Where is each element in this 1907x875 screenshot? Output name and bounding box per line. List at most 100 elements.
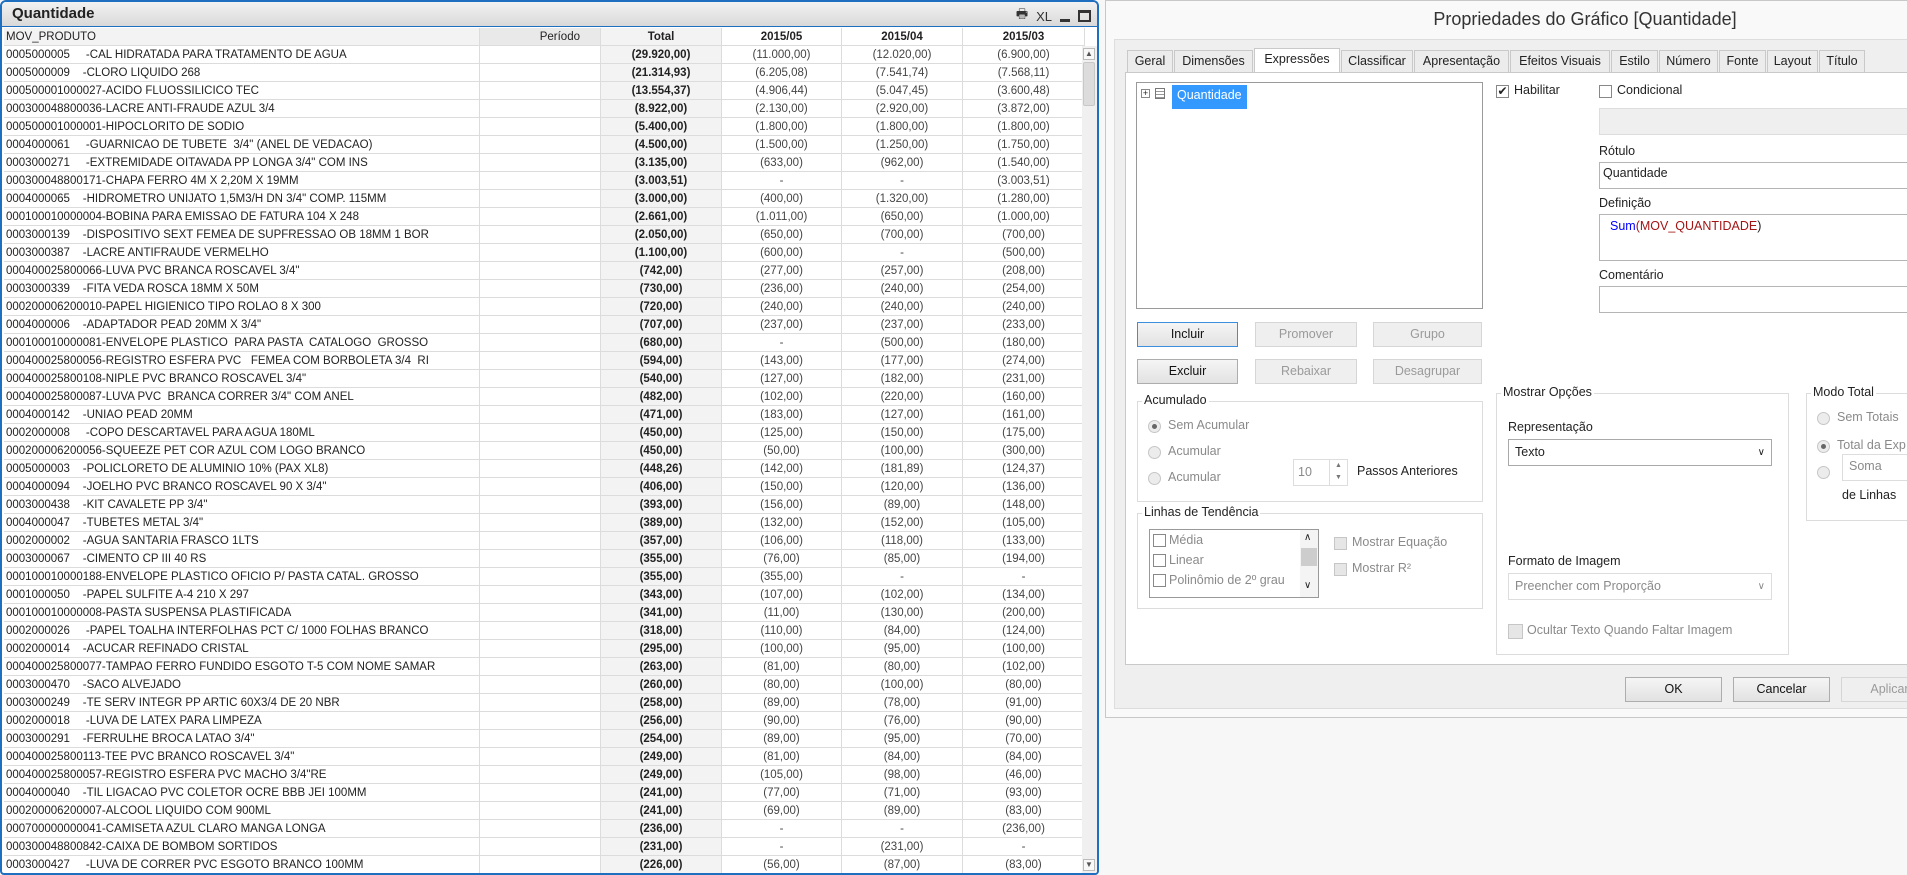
- value-2015-03-cell[interactable]: (1.540,00): [963, 154, 1085, 172]
- periodo-cell[interactable]: [480, 406, 601, 424]
- periodo-cell[interactable]: [480, 460, 601, 478]
- periodo-cell[interactable]: [480, 82, 601, 100]
- product-cell[interactable]: 0003000387 -LACRE ANTIFRAUDE VERMELHO: [4, 244, 480, 262]
- value-2015-05-cell[interactable]: (4.906,44): [722, 82, 842, 100]
- periodo-cell[interactable]: [480, 370, 601, 388]
- product-cell[interactable]: 0003000249 -TE SERV INTEGR PP ARTIC 60X3…: [4, 694, 480, 712]
- value-2015-05-cell[interactable]: (81,00): [722, 658, 842, 676]
- tab-classificar[interactable]: Classificar: [1341, 50, 1413, 72]
- sem-totais-radio[interactable]: [1817, 412, 1830, 425]
- product-cell[interactable]: 0002000008 -COPO DESCARTAVEL PARA AGUA 1…: [4, 424, 480, 442]
- total-cell[interactable]: (254,00): [601, 730, 722, 748]
- product-cell[interactable]: 000100010000081-ENVELOPE PLASTICO PARA P…: [4, 334, 480, 352]
- value-2015-03-cell[interactable]: (93,00): [963, 784, 1085, 802]
- value-2015-05-cell[interactable]: (142,00): [722, 460, 842, 478]
- total-cell[interactable]: (8.922,00): [601, 100, 722, 118]
- product-cell[interactable]: 0004000006 -ADAPTADOR PEAD 20MM X 3/4": [4, 316, 480, 334]
- total-cell[interactable]: (318,00): [601, 622, 722, 640]
- product-cell[interactable]: 0004000040 -TIL LIGACAO PVC COLETOR OCRE…: [4, 784, 480, 802]
- table-row[interactable]: 0004000061 -GUARNICAO DE TUBETE 3/4" (AN…: [2, 136, 1085, 154]
- table-row[interactable]: 000200006200007-ALCOOL LIQUIDO COM 900ML…: [2, 802, 1085, 820]
- passos-spinner[interactable]: 10 ▲ ▼: [1293, 459, 1348, 486]
- total-cell[interactable]: (3.135,00): [601, 154, 722, 172]
- table-row[interactable]: 0003000067 -CIMENTO CP III 40 RS (355,00)…: [2, 550, 1085, 568]
- value-2015-03-cell[interactable]: (7.568,11): [963, 64, 1085, 82]
- total-cell[interactable]: (2.661,00): [601, 208, 722, 226]
- value-2015-04-cell[interactable]: (150,00): [842, 424, 963, 442]
- periodo-cell[interactable]: [480, 208, 601, 226]
- value-2015-03-cell[interactable]: (124,37): [963, 460, 1085, 478]
- product-cell[interactable]: 000300048800171-CHAPA FERRO 4M X 2,20M X…: [4, 172, 480, 190]
- value-2015-05-cell[interactable]: (107,00): [722, 586, 842, 604]
- total-cell[interactable]: (389,00): [601, 514, 722, 532]
- product-cell[interactable]: 000100010000188-ENVELOPE PLASTICO OFICIO…: [4, 568, 480, 586]
- value-2015-04-cell[interactable]: (127,00): [842, 406, 963, 424]
- value-2015-04-cell[interactable]: (5.047,45): [842, 82, 963, 100]
- rebaixar-button[interactable]: Rebaixar: [1255, 359, 1357, 384]
- table-row[interactable]: 0002000008 -COPO DESCARTAVEL PARA AGUA 1…: [2, 424, 1085, 442]
- definicao-input[interactable]: Sum(MOV_QUANTIDADE): [1599, 214, 1907, 261]
- product-cell[interactable]: 000400025800108-NIPLE PVC BRANCO ROSCAVE…: [4, 370, 480, 388]
- value-2015-05-cell[interactable]: (110,00): [722, 622, 842, 640]
- trend-item-media[interactable]: Média: [1153, 533, 1203, 548]
- value-2015-04-cell[interactable]: (182,00): [842, 370, 963, 388]
- periodo-cell[interactable]: [480, 550, 601, 568]
- table-row[interactable]: 000400025800057-REGISTRO ESFERA PVC MACH…: [2, 766, 1085, 784]
- value-2015-04-cell[interactable]: (231,00): [842, 838, 963, 856]
- product-cell[interactable]: 000100010000004-BOBINA PARA EMISSAO DE F…: [4, 208, 480, 226]
- periodo-cell[interactable]: [480, 586, 601, 604]
- value-2015-04-cell[interactable]: (120,00): [842, 478, 963, 496]
- trend-item-linear[interactable]: Linear: [1153, 553, 1204, 568]
- value-2015-04-cell[interactable]: (95,00): [842, 730, 963, 748]
- table-row[interactable]: 0002000014 -ACUCAR REFINADO CRISTAL (295,…: [2, 640, 1085, 658]
- value-2015-04-cell[interactable]: (87,00): [842, 856, 963, 873]
- periodo-cell[interactable]: [480, 856, 601, 873]
- total-cell[interactable]: (249,00): [601, 748, 722, 766]
- periodo-cell[interactable]: [480, 316, 601, 334]
- representacao-select[interactable]: Texto ∨: [1508, 439, 1772, 466]
- periodo-cell[interactable]: [480, 694, 601, 712]
- incluir-button[interactable]: Incluir: [1137, 322, 1238, 347]
- value-2015-03-cell[interactable]: (105,00): [963, 514, 1085, 532]
- value-2015-04-cell[interactable]: (84,00): [842, 748, 963, 766]
- value-2015-03-cell[interactable]: (160,00): [963, 388, 1085, 406]
- trendline-scrollbar[interactable]: ∧ ∨: [1300, 530, 1318, 597]
- table-row[interactable]: 0001000050 -PAPEL SULFITE A-4 210 X 297 (…: [2, 586, 1085, 604]
- value-2015-05-cell[interactable]: (277,00): [722, 262, 842, 280]
- total-cell[interactable]: (236,00): [601, 820, 722, 838]
- ocultar-texto-checkbox[interactable]: [1508, 624, 1523, 639]
- periodo-cell[interactable]: [480, 514, 601, 532]
- value-2015-03-cell[interactable]: (84,00): [963, 748, 1085, 766]
- value-2015-03-cell[interactable]: (194,00): [963, 550, 1085, 568]
- column-header-mov-produto[interactable]: MOV_PRODUTO: [4, 28, 480, 46]
- maximize-icon[interactable]: [1078, 10, 1091, 22]
- scroll-up-icon[interactable]: ∧: [1304, 532, 1311, 543]
- periodo-cell[interactable]: [480, 532, 601, 550]
- value-2015-05-cell[interactable]: (6.205,08): [722, 64, 842, 82]
- product-cell[interactable]: 0002000014 -ACUCAR REFINADO CRISTAL: [4, 640, 480, 658]
- value-2015-03-cell[interactable]: (240,00): [963, 298, 1085, 316]
- product-cell[interactable]: 000400025800057-REGISTRO ESFERA PVC MACH…: [4, 766, 480, 784]
- periodo-cell[interactable]: [480, 712, 601, 730]
- desagrupar-button[interactable]: Desagrupar: [1373, 359, 1482, 384]
- value-2015-05-cell[interactable]: (89,00): [722, 694, 842, 712]
- value-2015-03-cell[interactable]: (133,00): [963, 532, 1085, 550]
- value-2015-03-cell[interactable]: (3.003,51): [963, 172, 1085, 190]
- total-cell[interactable]: (355,00): [601, 550, 722, 568]
- expression-tree[interactable]: + Quantidade: [1136, 82, 1483, 309]
- periodo-cell[interactable]: [480, 244, 601, 262]
- value-2015-05-cell[interactable]: (11.000,00): [722, 46, 842, 64]
- value-2015-04-cell[interactable]: (98,00): [842, 766, 963, 784]
- soma-select[interactable]: Soma: [1842, 454, 1907, 481]
- value-2015-05-cell[interactable]: -: [722, 820, 842, 838]
- total-cell[interactable]: (1.100,00): [601, 244, 722, 262]
- total-cell[interactable]: (241,00): [601, 784, 722, 802]
- product-cell[interactable]: 0005000005 -CAL HIDRATADA PARA TRATAMENT…: [4, 46, 480, 64]
- total-cell[interactable]: (258,00): [601, 694, 722, 712]
- tree-item-quantidade[interactable]: Quantidade: [1172, 85, 1247, 109]
- product-cell[interactable]: 0005000009 -CLORO LIQUIDO 268: [4, 64, 480, 82]
- product-cell[interactable]: 000300048800842-CAIXA DE BOMBOM SORTIDOS: [4, 838, 480, 856]
- total-cell[interactable]: (249,00): [601, 766, 722, 784]
- value-2015-03-cell[interactable]: (91,00): [963, 694, 1085, 712]
- product-cell[interactable]: 000200006200056-SQUEEZE PET COR AZUL COM…: [4, 442, 480, 460]
